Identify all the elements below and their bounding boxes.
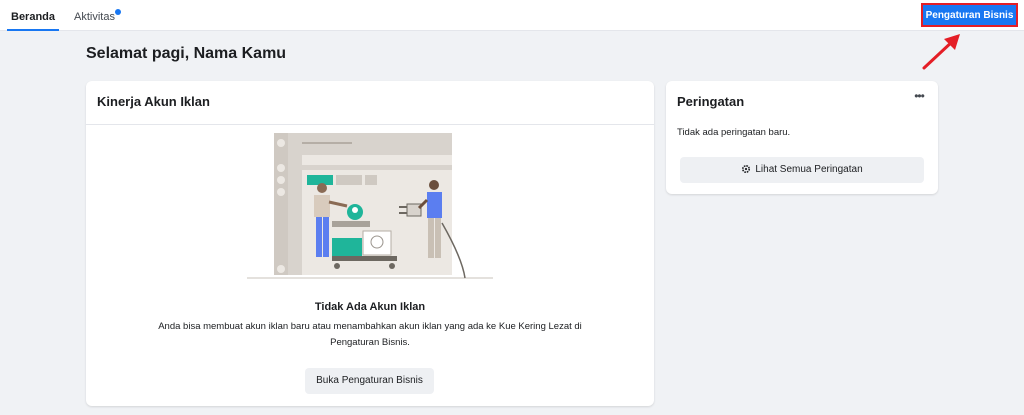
open-business-settings-button[interactable]: Buka Pengaturan Bisnis [305, 368, 434, 394]
see-all-alerts-button[interactable]: Lihat Semua Peringatan [680, 157, 924, 183]
empty-state-title: Tidak Ada Akun Iklan [314, 301, 426, 313]
ad-account-performance-card: Kinerja Akun Iklan Tidak Ada Akun Iklan … [86, 81, 654, 406]
alerts-card: Peringatan ••• Tidak ada peringatan baru… [666, 81, 938, 194]
empty-state-description: Anda bisa membuat akun iklan baru atau m… [158, 321, 582, 348]
see-all-alerts-label: Lihat Semua Peringatan [755, 164, 863, 175]
tab-aktivitas[interactable]: Aktivitas [74, 0, 121, 31]
tab-beranda[interactable]: Beranda [6, 0, 60, 31]
card-title: Kinerja Akun Iklan [97, 94, 210, 109]
red-arrow-annotation [922, 34, 960, 70]
notification-dot [114, 9, 121, 15]
business-settings-button[interactable]: Pengaturan Bisnis [921, 3, 1018, 27]
card-title: Peringatan [677, 94, 745, 109]
greeting-heading: Selamat pagi, Nama Kamu [86, 45, 287, 62]
gear-icon [742, 165, 751, 174]
no-alerts-text: Tidak ada peringatan baru. [677, 127, 791, 138]
divider [86, 124, 654, 125]
empty-state-illustration [247, 133, 493, 279]
more-horizontal-icon[interactable]: ••• [912, 90, 926, 103]
top-navigation: Beranda Aktivitas Pengaturan Bisnis [0, 0, 1024, 31]
tab-aktivitas-label: Aktivitas [74, 11, 115, 23]
